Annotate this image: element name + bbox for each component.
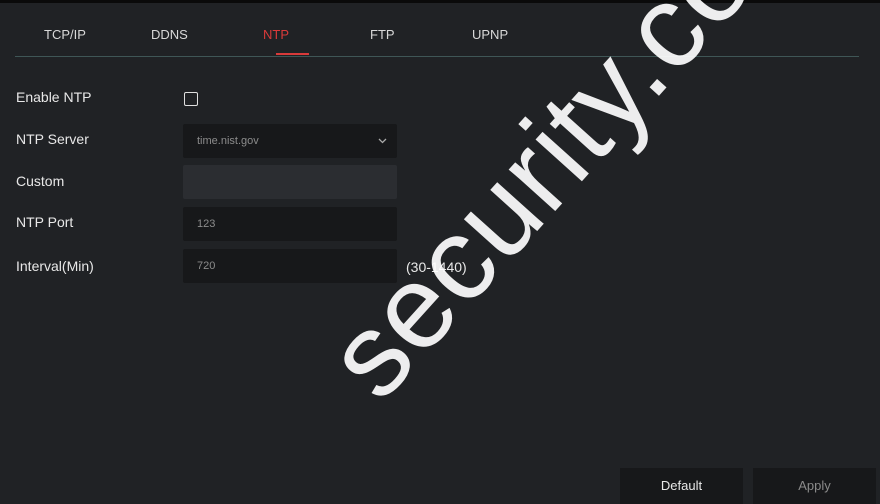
enable-ntp-label: Enable NTP (16, 89, 92, 105)
ntp-port-input[interactable]: 123 (183, 207, 397, 241)
interval-value: 720 (197, 260, 216, 272)
ntp-port-label: NTP Port (16, 214, 74, 230)
custom-label: Custom (16, 173, 65, 189)
ntp-port-value: 123 (197, 218, 216, 230)
enable-ntp-checkbox[interactable] (184, 92, 198, 106)
tab-ftp[interactable]: FTP (370, 27, 395, 42)
default-button[interactable]: Default (620, 468, 743, 504)
tab-ntp[interactable]: NTP (263, 27, 289, 42)
ntp-server-label: NTP Server (16, 131, 89, 147)
ntp-settings-panel: TCP/IP DDNS NTP FTP UPNP Enable NTP NTP … (0, 0, 880, 504)
active-tab-indicator (276, 53, 309, 55)
tab-tcpip[interactable]: TCP/IP (44, 27, 86, 42)
apply-button[interactable]: Apply (753, 468, 876, 504)
custom-server-input[interactable] (183, 165, 397, 199)
tab-upnp[interactable]: UPNP (472, 27, 508, 42)
ntp-server-value: time.nist.gov (197, 135, 259, 147)
interval-label: Interval(Min) (16, 258, 94, 274)
tab-bar: TCP/IP DDNS NTP FTP UPNP (15, 3, 859, 57)
interval-range-hint: (30-1440) (406, 259, 467, 275)
tab-ddns[interactable]: DDNS (151, 27, 188, 42)
interval-input[interactable]: 720 (183, 249, 397, 283)
chevron-down-icon (378, 124, 387, 158)
ntp-server-select[interactable]: time.nist.gov (183, 124, 397, 158)
